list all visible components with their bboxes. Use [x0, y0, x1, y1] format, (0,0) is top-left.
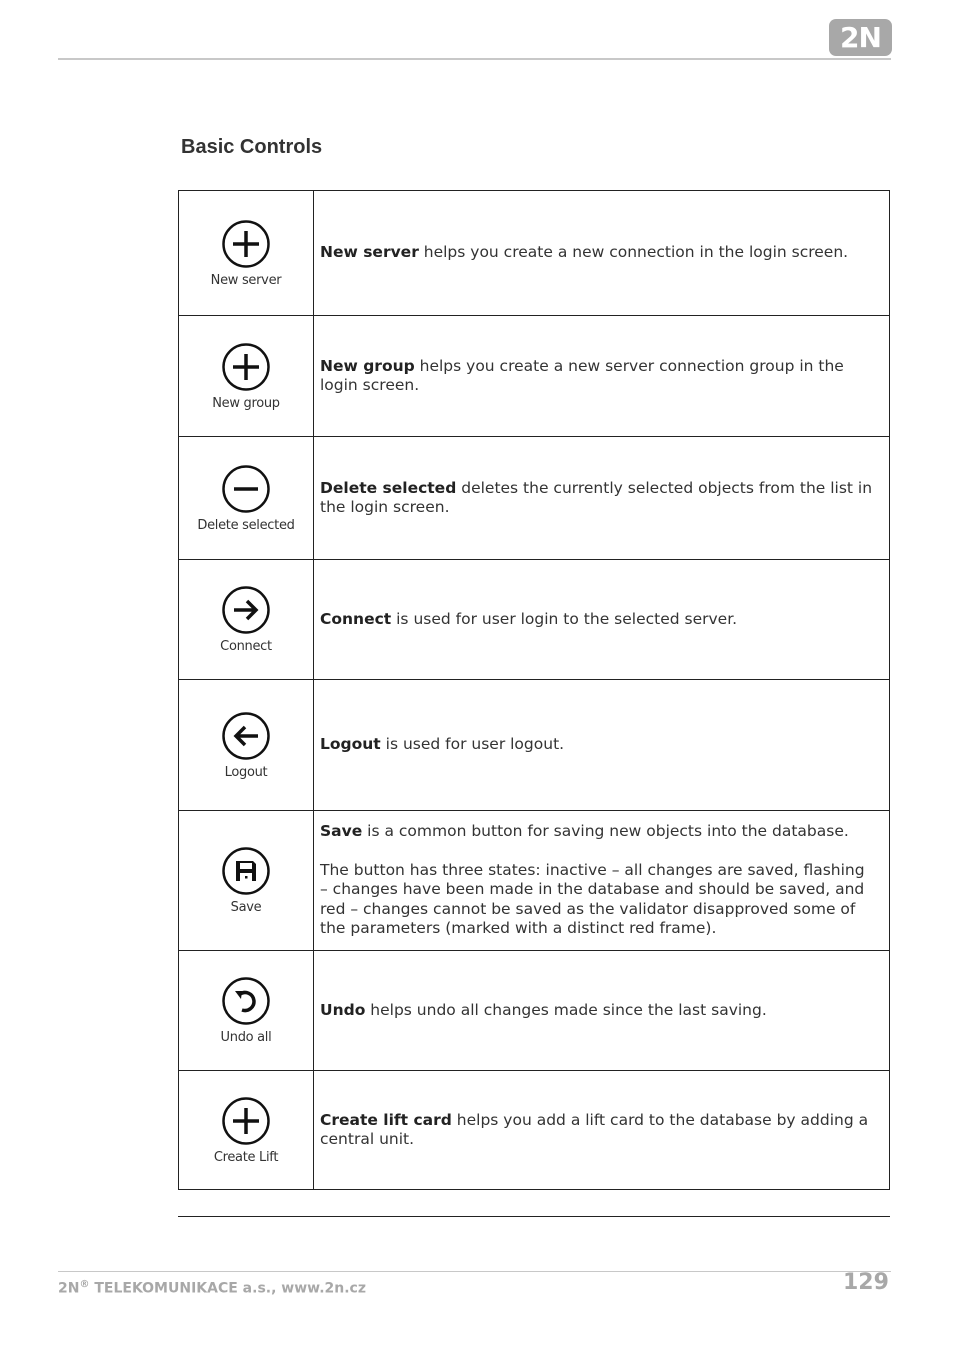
- footer-divider: [58, 1271, 891, 1272]
- control-name: Delete selected: [320, 478, 457, 497]
- table-row: Save Save is a common button for saving …: [178, 810, 890, 951]
- icon-label: New server: [210, 272, 282, 288]
- icon-label: Undo all: [220, 1030, 272, 1045]
- page-number: 129: [843, 1270, 889, 1295]
- icon-label: New group: [212, 395, 280, 411]
- plus-circle-icon: [222, 219, 270, 268]
- table-row: New group New group helps you create a n…: [178, 315, 890, 437]
- control-name: New group: [320, 356, 415, 375]
- arrow-right-circle-icon: [222, 586, 270, 634]
- controls-table: New server New server helps you create a…: [178, 190, 890, 1190]
- registered-mark: ®: [79, 1279, 90, 1290]
- arrow-left-circle-icon: [222, 711, 270, 760]
- table-row: Logout Logout is used for user logout.: [178, 679, 890, 811]
- icon-label: Logout: [224, 764, 268, 780]
- icon-label: Create Lift: [213, 1149, 279, 1165]
- control-description: helps you create a new connection in the…: [418, 243, 849, 262]
- table-row: Connect Connect is used for user login t…: [178, 559, 890, 680]
- icon-label: Connect: [220, 639, 272, 654]
- control-name: Create lift card: [320, 1110, 452, 1129]
- icon-label: Save: [230, 900, 262, 915]
- header-divider: [58, 58, 891, 60]
- plus-circle-icon: [222, 1096, 270, 1145]
- control-name: Logout: [320, 735, 381, 754]
- table-row: New server New server helps you create a…: [178, 190, 890, 316]
- section-title: Basic Controls: [181, 136, 323, 158]
- control-name: Connect: [320, 609, 392, 628]
- table-row: Create Lift Create lift card helps you a…: [178, 1070, 890, 1190]
- undo-icon: [222, 977, 270, 1025]
- control-description: is a common button for saving new object…: [362, 822, 849, 841]
- save-icon: [222, 847, 270, 895]
- table-bottom-divider: [178, 1216, 890, 1217]
- company-prefix: 2N: [58, 1280, 80, 1297]
- control-description: helps undo all changes made since the la…: [365, 1000, 767, 1019]
- plus-circle-icon: [222, 342, 270, 391]
- control-name: Undo: [320, 1000, 366, 1019]
- control-description: is used for user login to the selected s…: [391, 609, 738, 628]
- control-name: Save: [320, 822, 363, 841]
- footer-company: 2N® TELEKOMUNIKACE a.s., www.2n.cz: [58, 1279, 366, 1297]
- table-row: Undo all Undo helps undo all changes mad…: [178, 950, 890, 1071]
- control-description: is used for user logout.: [380, 735, 565, 754]
- minus-circle-icon: [222, 464, 270, 513]
- company-name: TELEKOMUNIKACE a.s., www.2n.cz: [89, 1280, 366, 1297]
- control-description-extra: The button has three states: inactive – …: [320, 860, 865, 938]
- table-row: Delete selected Delete selected deletes …: [178, 436, 890, 560]
- icon-label: Delete selected: [197, 517, 295, 533]
- control-name: New server: [320, 243, 419, 262]
- brand-logo: 2N: [829, 19, 892, 56]
